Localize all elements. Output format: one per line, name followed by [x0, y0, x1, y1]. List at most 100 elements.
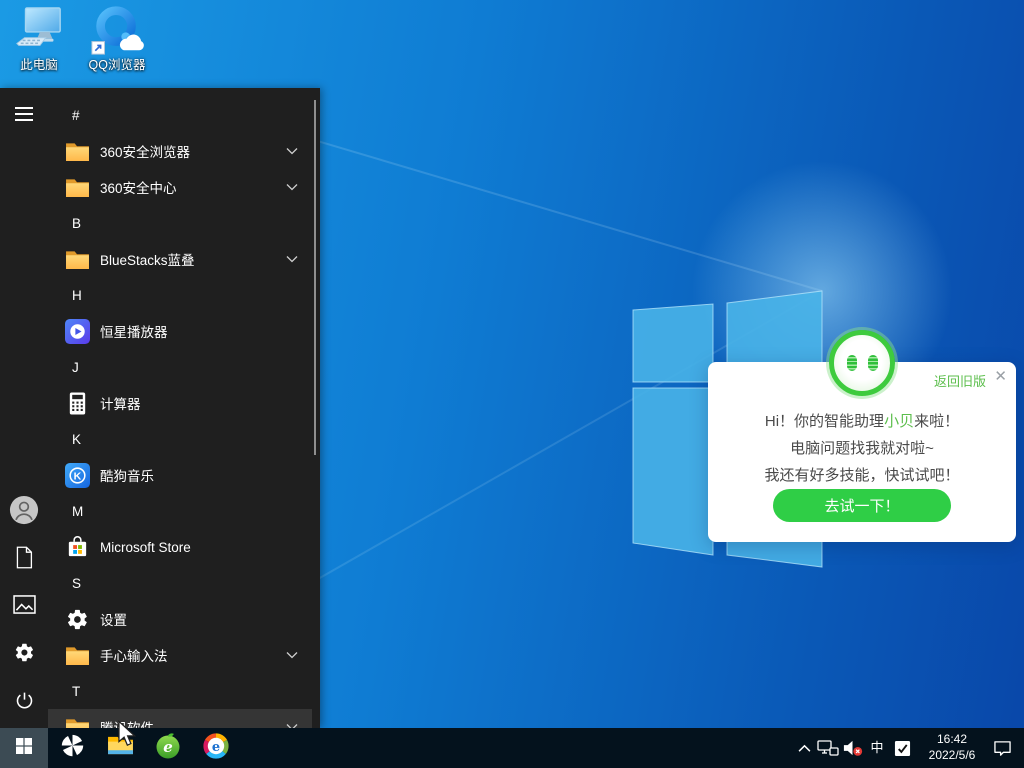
colorful-e-icon: e: [202, 732, 230, 765]
calculator-icon: [64, 390, 90, 416]
start-menu-item-bluestacks蓝叠[interactable]: BlueStacks蓝叠: [48, 241, 312, 277]
rail-pictures-button[interactable]: [0, 583, 48, 631]
system-tray: 中 16:42 2022/5/6: [792, 728, 1014, 768]
qq-browser-icon: [90, 3, 144, 57]
taskbar-start-button[interactable]: [0, 728, 48, 768]
start-menu-item-腾讯软件[interactable]: 腾讯软件: [48, 709, 312, 728]
start-menu-scrollbar[interactable]: [314, 100, 316, 455]
folder-icon: [64, 642, 90, 668]
start-menu-app-list: #360安全浏览器 360安全中心 B BlueStacks蓝叠 H 恒星播放器 J 计算器 K…: [48, 97, 312, 728]
player-icon: [64, 318, 90, 344]
assistant-message: Hi！你的智能助理小贝来啦！ 电脑问题找我就对啦~ 我还有好多技能，快试试吧！: [708, 408, 1016, 489]
chevron-down-icon[interactable]: [286, 255, 298, 263]
assistant-line-1: Hi！你的智能助理小贝来啦！: [708, 408, 1016, 435]
start-menu-item-label: BlueStacks蓝叠: [100, 249, 195, 269]
start-menu-item-label: Microsoft Store: [100, 540, 191, 555]
pictures-icon: [13, 595, 36, 619]
assistant-line-3: 我还有好多技能，快试试吧！: [708, 462, 1016, 489]
start-menu-item-label: 设置: [100, 609, 127, 629]
section-letter: S: [72, 576, 81, 591]
chevron-down-icon[interactable]: [286, 651, 298, 659]
svg-text:e: e: [212, 740, 220, 755]
store-icon: [64, 534, 90, 560]
input-method-indicator[interactable]: 中: [864, 728, 890, 768]
windows-icon: [16, 738, 32, 759]
rail-settings-button[interactable]: [0, 631, 48, 679]
network-icon[interactable]: [816, 728, 840, 768]
taskbar-clock[interactable]: 16:42 2022/5/6: [914, 732, 990, 763]
section-letter: #: [72, 108, 80, 123]
document-icon: [14, 546, 34, 574]
volume-muted-icon[interactable]: [840, 728, 864, 768]
start-menu-item-360安全浏览器[interactable]: 360安全浏览器: [48, 133, 312, 169]
folder-icon: [64, 174, 90, 200]
robot-eye-right: [868, 355, 878, 371]
start-menu-item-label: 恒星播放器: [100, 321, 168, 341]
start-menu-item-label: 360安全中心: [100, 177, 177, 197]
folder-icon: [64, 246, 90, 272]
hidden-icons-chevron-icon[interactable]: [792, 728, 816, 768]
chevron-down-icon[interactable]: [286, 147, 298, 155]
start-menu-item-label: 计算器: [100, 393, 141, 413]
start-menu-section-header-m[interactable]: M: [48, 493, 312, 529]
taskbar-colorful-ring-browser[interactable]: e: [192, 728, 240, 768]
start-menu-item-label: 酷狗音乐: [100, 465, 154, 485]
start-menu-item-恒星播放器[interactable]: 恒星播放器: [48, 313, 312, 349]
start-menu-item-酷狗音乐[interactable]: K 酷狗音乐: [48, 457, 312, 493]
start-menu-item-360安全中心[interactable]: 360安全中心: [48, 169, 312, 205]
start-menu-item-label: 腾讯软件: [100, 717, 154, 728]
start-menu-item-设置[interactable]: 设置: [48, 601, 312, 637]
svg-text:e: e: [163, 738, 173, 756]
close-icon[interactable]: ✕: [994, 369, 1007, 384]
start-menu-section-header-t[interactable]: T: [48, 673, 312, 709]
clock-time: 16:42: [918, 732, 986, 748]
taskbar-360-browser[interactable]: [48, 728, 96, 768]
try-it-button[interactable]: 去试一下！: [773, 489, 951, 522]
start-menu-section-header-#[interactable]: #: [48, 97, 312, 133]
section-letter: K: [72, 432, 81, 447]
start-menu-item-microsoft-store[interactable]: Microsoft Store: [48, 529, 312, 565]
assistant-line-2: 电脑问题找我就对啦~: [708, 435, 1016, 462]
start-menu-item-手心输入法[interactable]: 手心输入法: [48, 637, 312, 673]
power-icon: [14, 690, 35, 716]
rail-documents-button[interactable]: [0, 536, 48, 584]
kugou-icon: K: [64, 462, 90, 488]
explorer-icon: [107, 734, 134, 762]
desktop-icon-label: 此电脑: [8, 58, 70, 72]
svg-text:K: K: [73, 470, 81, 482]
green-e-icon: e: [154, 732, 182, 765]
rail-user-account-button[interactable]: [0, 488, 48, 536]
this-pc-icon: [14, 5, 64, 57]
desktop-icon-this-pc[interactable]: 此电脑: [8, 5, 70, 72]
clock-date: 2022/5/6: [918, 748, 986, 764]
section-letter: B: [72, 216, 81, 231]
start-menu-section-header-k[interactable]: K: [48, 421, 312, 457]
security-check-icon[interactable]: [890, 728, 914, 768]
gear-outline-icon: [14, 642, 35, 668]
start-menu-item-label: 360安全浏览器: [100, 141, 190, 161]
taskbar-green-e-browser[interactable]: e: [144, 728, 192, 768]
section-letter: J: [72, 360, 79, 375]
start-menu-item-label: 手心输入法: [100, 645, 168, 665]
back-to-old-version-link[interactable]: 返回旧版: [934, 371, 986, 390]
taskbar-file-explorer[interactable]: [96, 728, 144, 768]
assistant-name: 小贝: [884, 413, 914, 430]
desktop-icon-qq-browser[interactable]: QQ浏览器: [86, 3, 148, 72]
chevron-down-icon[interactable]: [286, 183, 298, 191]
user-icon: [9, 495, 39, 530]
folder-icon: [64, 714, 90, 728]
screen: 此电脑 QQ浏览器 返回旧版 ✕ Hi！你的智能助理小贝来啦！ 电脑问题找我就对…: [0, 0, 1024, 768]
start-menu-section-header-j[interactable]: J: [48, 349, 312, 385]
rail-menu-toggle-button[interactable]: [0, 92, 48, 140]
section-letter: M: [72, 504, 83, 519]
desktop-icon-label: QQ浏览器: [86, 58, 148, 72]
gear-icon: [64, 606, 90, 632]
start-menu-section-header-b[interactable]: B: [48, 205, 312, 241]
start-menu-section-header-h[interactable]: H: [48, 277, 312, 313]
pinwheel-icon: [59, 732, 86, 764]
start-menu-item-计算器[interactable]: 计算器: [48, 385, 312, 421]
start-menu-section-header-s[interactable]: S: [48, 565, 312, 601]
robot-face-icon: [829, 330, 895, 396]
rail-power-button[interactable]: [0, 679, 48, 727]
action-center-icon[interactable]: [990, 728, 1014, 768]
